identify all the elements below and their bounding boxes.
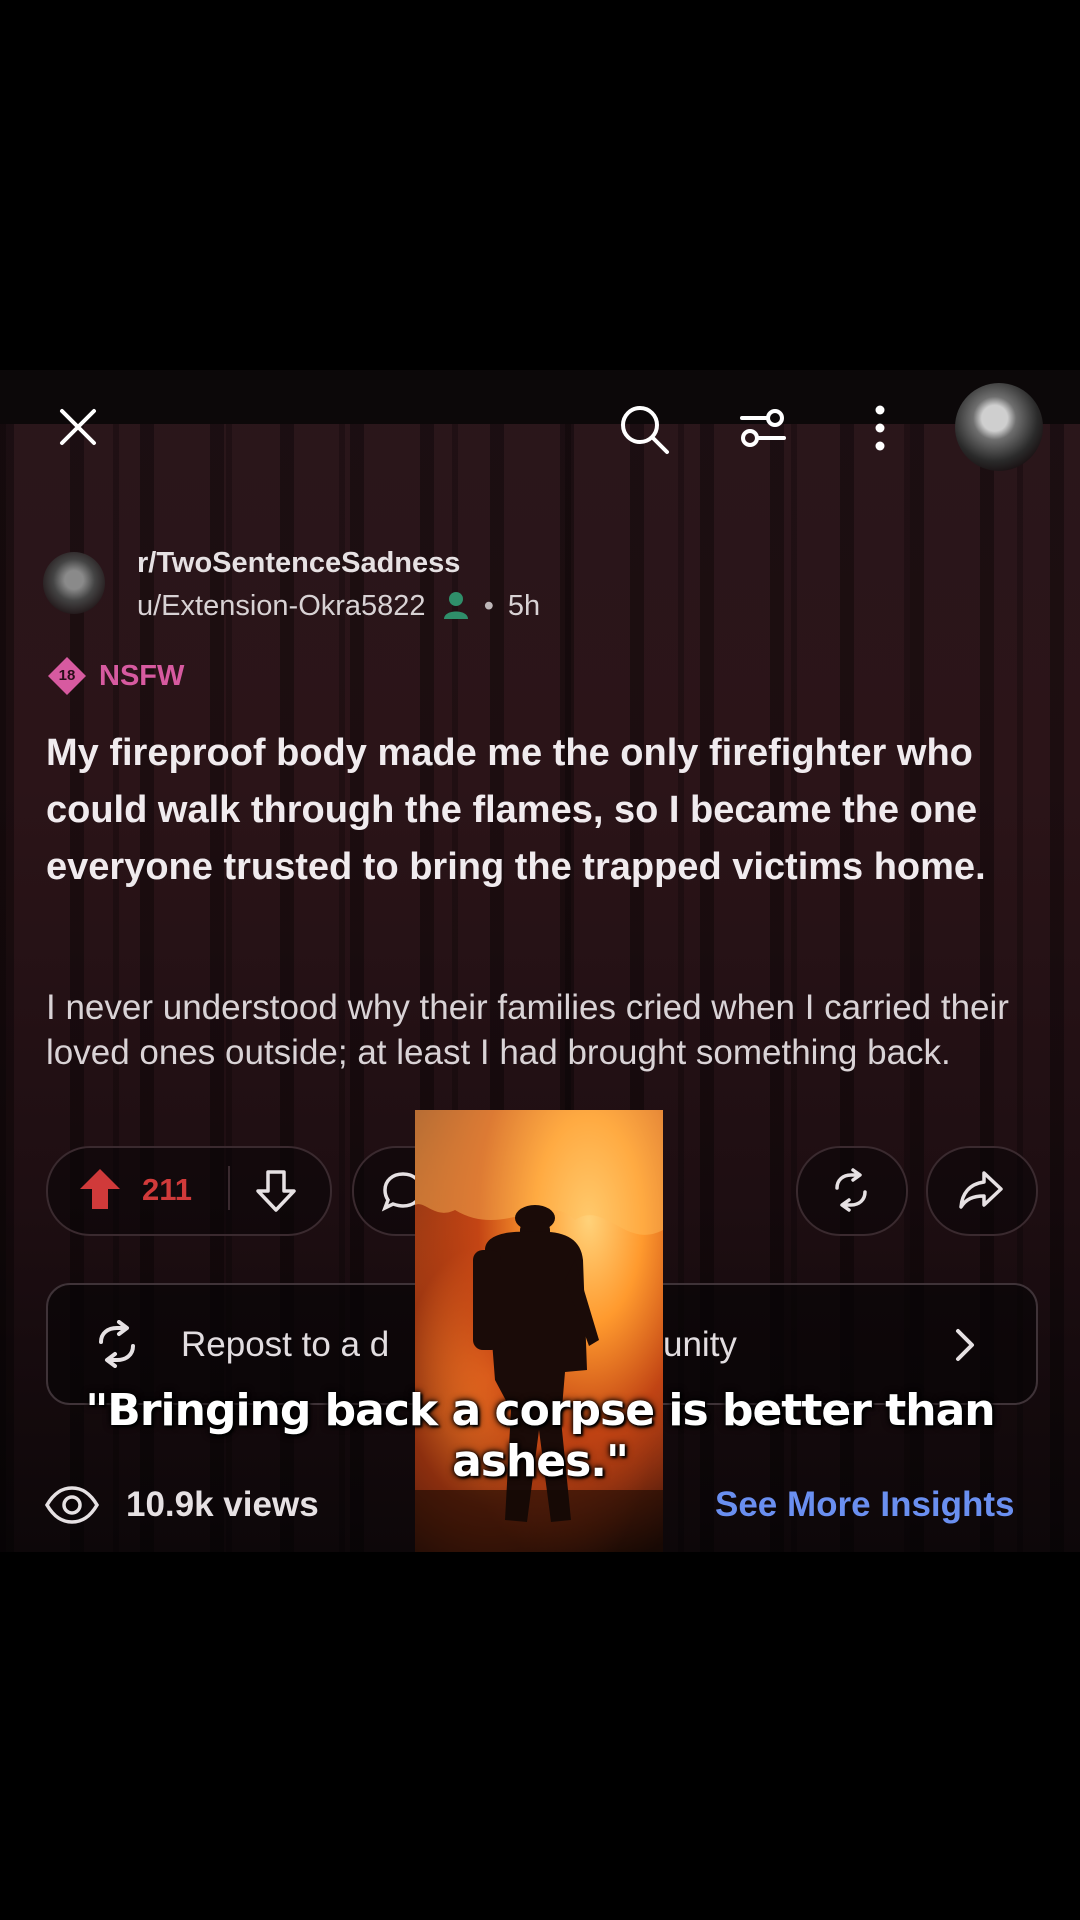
video-caption: "Bringing back a corpse is better than a… xyxy=(85,1385,995,1487)
repost-cycle-icon[interactable] xyxy=(829,1168,873,1212)
post-title: My fireproof body made me the only firef… xyxy=(46,732,986,888)
upvote-count: 211 xyxy=(142,1172,193,1207)
nsfw-18-icon: 18 xyxy=(47,656,87,696)
post-age: 5h xyxy=(507,590,541,622)
filter-icon[interactable] xyxy=(738,404,788,452)
online-user-icon xyxy=(443,592,468,619)
search-icon[interactable] xyxy=(617,402,671,456)
repost-label-end: unity xyxy=(663,1325,737,1364)
more-vertical-icon[interactable] xyxy=(870,404,890,452)
nsfw-tag: 18 NSFW xyxy=(47,656,184,696)
user-avatar[interactable] xyxy=(955,383,1043,471)
downvote-arrow-icon[interactable] xyxy=(254,1169,298,1213)
close-icon[interactable] xyxy=(56,405,100,449)
upvote-arrow-icon[interactable] xyxy=(78,1167,122,1211)
post-meta: u/Extension-Okra5822 • 5h xyxy=(137,590,540,623)
separator-dot: • xyxy=(483,590,494,622)
share-arrow-icon[interactable] xyxy=(958,1170,1004,1210)
views-count: 10.9k views xyxy=(126,1485,319,1524)
subreddit-name[interactable]: r/TwoSentenceSadness xyxy=(137,547,460,580)
see-more-insights-link[interactable]: See More Insights xyxy=(715,1485,1015,1525)
repost-label: Repost to a d xyxy=(181,1325,390,1364)
subreddit-avatar[interactable] xyxy=(43,552,105,614)
eye-icon xyxy=(44,1486,100,1524)
nsfw-label: NSFW xyxy=(99,659,185,692)
vote-divider xyxy=(228,1166,230,1210)
nsfw-badge-number: 18 xyxy=(58,667,76,684)
post-body: I never understood why their families cr… xyxy=(46,988,1009,1072)
author-name[interactable]: u/Extension-Okra5822 xyxy=(137,590,426,622)
top-bar xyxy=(0,370,1080,424)
chevron-right-icon xyxy=(956,1329,974,1361)
repost-icon xyxy=(99,1320,135,1368)
